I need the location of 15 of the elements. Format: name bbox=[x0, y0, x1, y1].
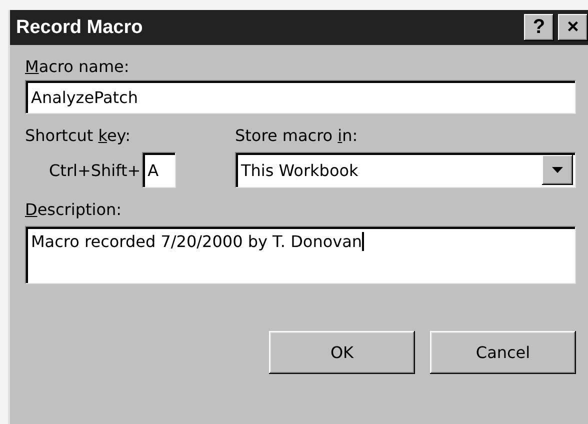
ok-button[interactable]: OK bbox=[269, 331, 415, 374]
help-button[interactable]: ? bbox=[524, 14, 554, 41]
shortcut-prefix: Ctrl+Shift+ bbox=[49, 160, 141, 180]
shortcut-key-field[interactable]: A bbox=[142, 152, 176, 188]
macro-name-label: Macro name: bbox=[25, 57, 130, 77]
dropdown-arrow-icon bbox=[552, 167, 563, 173]
description-label: Description: bbox=[25, 200, 123, 220]
store-macro-dropdown[interactable]: This Workbook bbox=[235, 152, 576, 188]
shortcut-key-label: Shortcut key: bbox=[25, 126, 132, 146]
cancel-button[interactable]: Cancel bbox=[430, 331, 576, 374]
window-title: Record Macro bbox=[16, 16, 144, 38]
macro-name-field[interactable]: AnalyzePatch bbox=[25, 80, 576, 114]
store-macro-label: Store macro in: bbox=[235, 126, 359, 146]
description-field[interactable]: Macro recorded 7/20/2000 by T. Donovan bbox=[25, 226, 576, 284]
close-button[interactable]: × bbox=[558, 14, 588, 41]
